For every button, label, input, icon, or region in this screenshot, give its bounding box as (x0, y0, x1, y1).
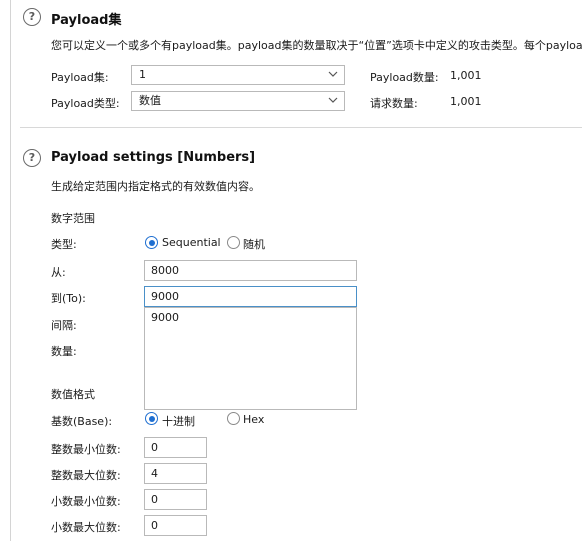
autocomplete-option[interactable]: 9000 (151, 311, 179, 324)
max-integer-digits-input[interactable]: 4 (144, 463, 207, 484)
max-integer-digits-value: 4 (151, 467, 158, 480)
min-fraction-digits-input[interactable]: 0 (144, 489, 207, 510)
decimal-radio[interactable] (145, 412, 158, 425)
max-fraction-digits-value: 0 (151, 519, 158, 532)
step-label: 间隔: (51, 319, 77, 332)
min-integer-digits-input[interactable]: 0 (144, 437, 207, 458)
request-count-value: 1,001 (450, 95, 482, 108)
chevron-down-icon (328, 97, 338, 103)
range-type-label: 类型: (51, 238, 77, 251)
left-border (10, 0, 11, 541)
payload-sets-description: 您可以定义一个或多个有payload集。payload集的数量取决于“位置”选项… (51, 39, 582, 52)
payload-set-label: Payload集: (51, 71, 109, 84)
chevron-down-icon (328, 71, 338, 77)
random-radio-label: 随机 (243, 238, 265, 251)
min-integer-digits-label: 整数最小位数: (51, 443, 121, 456)
max-integer-digits-label: 整数最大位数: (51, 469, 121, 482)
how-many-label: 数量: (51, 345, 77, 358)
payload-count-value: 1,001 (450, 69, 482, 82)
to-autocomplete-list[interactable]: 9000 (144, 307, 357, 410)
payload-type-label: Payload类型: (51, 97, 120, 110)
help-question-icon[interactable]: ? (23, 149, 41, 167)
payload-set-dropdown[interactable]: 1 (131, 65, 345, 85)
from-value: 8000 (151, 264, 179, 277)
number-range-heading: 数字范围 (51, 212, 95, 225)
hex-radio[interactable] (227, 412, 240, 425)
help-question-icon[interactable]: ? (23, 8, 41, 26)
base-label: 基数(Base): (51, 415, 113, 428)
number-format-heading: 数值格式 (51, 388, 95, 401)
max-fraction-digits-input[interactable]: 0 (144, 515, 207, 536)
max-fraction-digits-label: 小数最大位数: (51, 521, 121, 534)
hex-radio-label: Hex (243, 413, 265, 426)
payload-sets-title: Payload集 (51, 13, 122, 28)
payload-count-label: Payload数量: (370, 71, 439, 84)
payload-type-value: 数值 (139, 94, 161, 107)
min-integer-digits-value: 0 (151, 441, 158, 454)
request-count-label: 请求数量: (370, 97, 418, 110)
random-radio[interactable] (227, 236, 240, 249)
to-label: 到(To): (51, 292, 86, 305)
sequential-radio-label: Sequential (162, 236, 221, 249)
to-input[interactable]: 9000 (144, 286, 357, 307)
min-fraction-digits-label: 小数最小位数: (51, 495, 121, 508)
payload-set-value: 1 (139, 68, 146, 81)
to-value: 9000 (151, 290, 179, 303)
from-input[interactable]: 8000 (144, 260, 357, 281)
min-fraction-digits-value: 0 (151, 493, 158, 506)
payload-type-dropdown[interactable]: 数值 (131, 91, 345, 111)
sequential-radio[interactable] (145, 236, 158, 249)
payload-settings-title: Payload settings [Numbers] (51, 150, 256, 165)
payload-settings-description: 生成给定范围内指定格式的有效数值内容。 (51, 180, 260, 193)
from-label: 从: (51, 266, 66, 279)
section-divider (20, 127, 582, 128)
decimal-radio-label: 十进制 (162, 415, 195, 428)
